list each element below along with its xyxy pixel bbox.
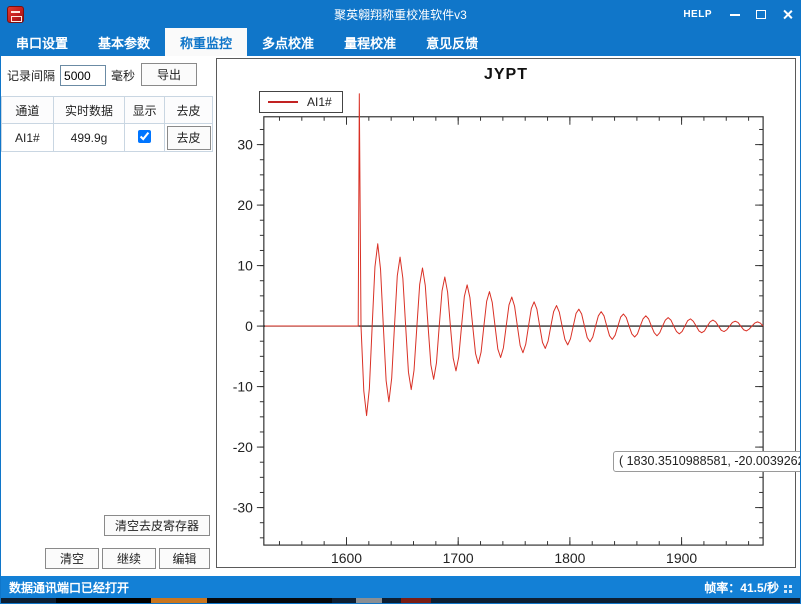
svg-text:-20: -20 bbox=[233, 439, 253, 455]
legend-series-label: AI1# bbox=[307, 95, 332, 109]
close-icon bbox=[782, 9, 793, 20]
table-header-row: 通道 实时数据 显示 去皮 bbox=[2, 97, 213, 124]
title-bar: 聚英翱翔称重校准软件v3 HELP bbox=[1, 1, 800, 28]
milliseconds-label: 毫秒 bbox=[111, 67, 135, 84]
header-channel: 通道 bbox=[2, 97, 54, 124]
tab-bar: 串口设置 基本参数 称重监控 多点校准 量程校准 意见反馈 bbox=[1, 28, 800, 56]
tab-feedback[interactable]: 意见反馈 bbox=[411, 28, 493, 56]
taskbar-item bbox=[151, 598, 207, 604]
tab-basic-params[interactable]: 基本参数 bbox=[83, 28, 165, 56]
status-message: 数据通讯端口已经打开 bbox=[9, 579, 129, 596]
svg-text:20: 20 bbox=[237, 197, 253, 213]
chart-panel: JYPT 1600170018001900-30-20-100102030 AI… bbox=[216, 58, 796, 568]
help-button[interactable]: HELP bbox=[673, 9, 722, 20]
header-display: 显示 bbox=[125, 97, 165, 124]
legend-line-sample bbox=[268, 101, 298, 103]
main-content: 记录间隔 毫秒 导出 通道 实时数据 显示 去皮 AI1# 499.9g bbox=[1, 56, 800, 576]
channel-name-cell: AI1# bbox=[2, 124, 54, 152]
svg-text:1700: 1700 bbox=[443, 550, 474, 566]
edit-button[interactable]: 编辑 bbox=[159, 548, 210, 569]
maximize-button[interactable] bbox=[748, 1, 774, 28]
display-checkbox[interactable] bbox=[138, 130, 151, 143]
chart-legend: AI1# bbox=[259, 91, 343, 113]
minimize-button[interactable] bbox=[722, 1, 748, 28]
taskbar-item bbox=[356, 598, 382, 604]
svg-text:10: 10 bbox=[237, 258, 253, 274]
tab-multipoint-calibration[interactable]: 多点校准 bbox=[247, 28, 329, 56]
resize-grip[interactable] bbox=[789, 590, 792, 593]
taskbar-item bbox=[401, 598, 431, 604]
record-interval-label: 记录间隔 bbox=[7, 67, 55, 84]
display-cell bbox=[125, 124, 165, 152]
tab-weighing-monitor[interactable]: 称重监控 bbox=[165, 28, 247, 56]
tare-button[interactable]: 去皮 bbox=[167, 126, 211, 150]
svg-text:0: 0 bbox=[245, 318, 253, 334]
svg-text:-30: -30 bbox=[233, 500, 253, 516]
minimize-icon bbox=[730, 14, 740, 16]
svg-text:1800: 1800 bbox=[554, 550, 585, 566]
svg-text:30: 30 bbox=[237, 137, 253, 153]
tab-range-calibration[interactable]: 量程校准 bbox=[329, 28, 411, 56]
app-logo-icon bbox=[7, 6, 24, 23]
svg-text:-10: -10 bbox=[233, 379, 253, 395]
clear-button[interactable]: 清空 bbox=[45, 548, 99, 569]
record-interval-input[interactable] bbox=[60, 65, 106, 86]
export-button[interactable]: 导出 bbox=[141, 63, 197, 86]
tare-cell: 去皮 bbox=[165, 124, 213, 152]
header-realtime-data: 实时数据 bbox=[53, 97, 125, 124]
table-row: AI1# 499.9g 去皮 bbox=[2, 124, 213, 152]
frame-rate-label: 帧率：41.5/秒 bbox=[704, 579, 779, 596]
channel-table: 通道 实时数据 显示 去皮 AI1# 499.9g 去皮 bbox=[1, 96, 213, 152]
svg-text:1600: 1600 bbox=[331, 550, 362, 566]
tab-serial-settings[interactable]: 串口设置 bbox=[1, 28, 83, 56]
svg-text:1900: 1900 bbox=[666, 550, 697, 566]
channel-panel: 记录间隔 毫秒 导出 通道 实时数据 显示 去皮 AI1# 499.9g bbox=[1, 56, 214, 576]
taskbar-item bbox=[56, 598, 151, 604]
close-button[interactable] bbox=[774, 1, 800, 28]
app-window: 聚英翱翔称重校准软件v3 HELP 串口设置 基本参数 称重监控 多点校准 量程… bbox=[0, 0, 801, 604]
taskbar-peek-strip bbox=[1, 598, 800, 604]
maximize-icon bbox=[756, 10, 766, 19]
taskbar-item bbox=[207, 598, 332, 604]
continue-button[interactable]: 继续 bbox=[102, 548, 156, 569]
cursor-coordinates-tooltip: ( 1830.3510988581, -20.003926229 bbox=[613, 451, 801, 472]
realtime-value-cell: 499.9g bbox=[53, 124, 125, 152]
chart-canvas[interactable]: 1600 1700 1800 1900 -30 -20 -10 0 10 20 30 bbox=[217, 59, 795, 567]
clear-tare-register-button[interactable]: 清空去皮寄存器 bbox=[104, 515, 210, 536]
status-bar: 数据通讯端口已经打开 帧率：41.5/秒 bbox=[1, 576, 800, 598]
header-tare: 去皮 bbox=[165, 97, 213, 124]
